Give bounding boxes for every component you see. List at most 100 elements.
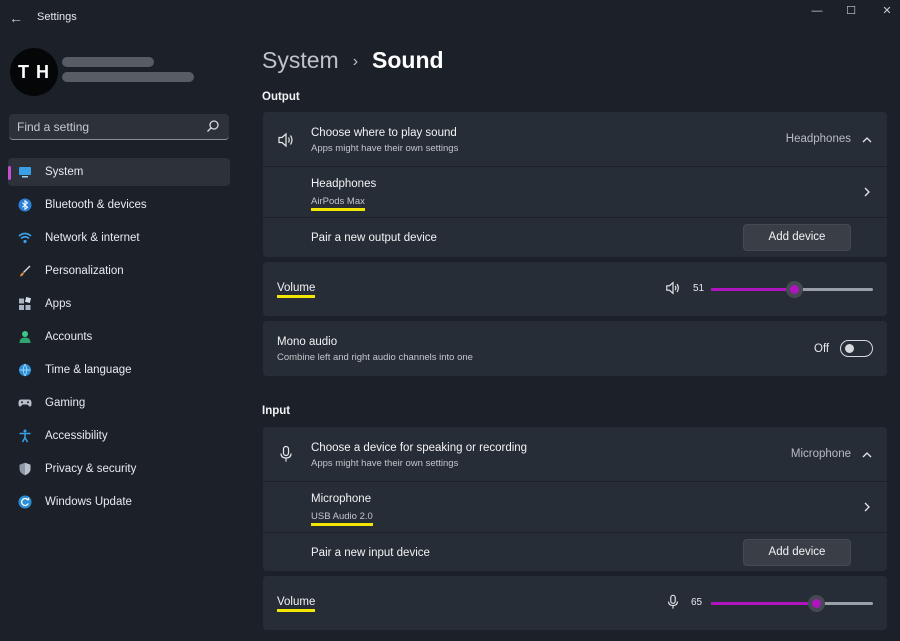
sidebar-item-label: Network & internet	[45, 232, 140, 244]
chevron-right-icon	[864, 187, 870, 197]
output-volume-value: 51	[693, 283, 705, 294]
personalization-icon	[20, 265, 31, 277]
sidebar-item-label: System	[45, 166, 84, 178]
maximize-button[interactable]: ☐	[834, 0, 868, 22]
output-choose-subtitle: Apps might have their own settings	[311, 143, 459, 154]
output-volume-thumb[interactable]	[785, 281, 803, 298]
output-pair-row: Pair a new output device Add device	[263, 217, 887, 257]
sidebar-item-bluetooth[interactable]: Bluetooth & devices	[8, 191, 230, 219]
user-name-redacted	[62, 57, 154, 67]
apps-icon	[19, 297, 32, 310]
toggle-knob	[845, 344, 854, 353]
output-pair-label: Pair a new output device	[311, 232, 437, 244]
sidebar-item-label: Accessibility	[45, 430, 108, 442]
output-device-card: Choose where to play sound Apps might ha…	[263, 112, 887, 257]
input-volume-label: Volume	[277, 596, 316, 612]
speaker-icon	[278, 132, 293, 148]
input-volume-value: 65	[691, 597, 703, 608]
sidebar-item-time-language[interactable]: Time & language	[8, 356, 230, 384]
input-device-detail: USB Audio 2.0	[311, 511, 373, 526]
sidebar-item-label: Time & language	[45, 364, 132, 376]
windows-update-icon	[18, 495, 32, 509]
input-heading: Input	[262, 405, 291, 417]
mono-audio-title: Mono audio	[277, 336, 338, 348]
output-volume-slider[interactable]	[711, 281, 873, 298]
system-icon	[19, 167, 31, 178]
sidebar-item-label: Windows Update	[45, 496, 132, 508]
page-title: Sound	[372, 47, 444, 73]
sidebar-item-system[interactable]: System	[8, 158, 230, 186]
input-volume-card: Volume 65	[263, 576, 887, 630]
sidebar-item-network[interactable]: Network & internet	[8, 224, 230, 252]
output-volume-label: Volume	[277, 282, 316, 298]
minimize-button[interactable]: —	[800, 0, 834, 22]
input-device-name: Microphone	[311, 493, 372, 505]
gaming-icon	[18, 399, 32, 407]
input-choose-title: Choose a device for speaking or recordin…	[311, 442, 528, 454]
chevron-up-icon[interactable]	[861, 134, 873, 146]
add-input-device-button[interactable]: Add device	[743, 539, 851, 566]
sidebar-item-label: Apps	[45, 298, 72, 310]
output-selected-device: Headphones	[785, 133, 851, 145]
chevron-right-icon	[864, 502, 870, 512]
input-volume-thumb[interactable]	[808, 595, 826, 612]
search-icon[interactable]	[206, 119, 220, 133]
microphone-icon	[280, 445, 292, 462]
mono-audio-state: Off	[814, 343, 830, 355]
bluetooth-icon	[18, 198, 32, 212]
input-device-row[interactable]: Microphone USB Audio 2.0	[263, 481, 887, 532]
sidebar-item-gaming[interactable]: Gaming	[8, 389, 230, 417]
output-choose-title: Choose where to play sound	[311, 127, 457, 139]
sidebar-item-label: Bluetooth & devices	[45, 199, 147, 211]
input-choose-row[interactable]: Choose a device for speaking or recordin…	[263, 427, 887, 481]
privacy-icon	[19, 462, 31, 476]
output-volume-fill	[711, 288, 794, 291]
output-device-name: Headphones	[311, 178, 377, 190]
sidebar-item-label: Personalization	[45, 265, 124, 277]
input-volume-slider[interactable]	[711, 595, 873, 612]
sidebar-item-label: Accounts	[45, 331, 93, 343]
input-volume-fill	[711, 602, 817, 605]
input-selected-device: Microphone	[790, 448, 851, 460]
breadcrumb-parent[interactable]: System	[262, 47, 339, 73]
avatar[interactable]: T H	[10, 48, 58, 96]
mono-audio-subtitle: Combine left and right audio channels in…	[277, 352, 473, 363]
breadcrumb: System › Sound	[262, 44, 444, 76]
sidebar-item-label: Gaming	[45, 397, 86, 409]
back-button[interactable]: ←	[8, 8, 24, 28]
title-bar: ← Settings — ☐ ✕	[0, 0, 900, 36]
time-language-icon	[19, 363, 31, 377]
sidebar-item-accessibility[interactable]: Accessibility	[8, 422, 230, 450]
output-device-row[interactable]: Headphones AirPods Max	[263, 166, 887, 217]
network-icon	[18, 232, 32, 244]
input-pair-label: Pair a new input device	[311, 547, 430, 559]
sidebar-item-privacy[interactable]: Privacy & security	[8, 455, 230, 483]
close-button[interactable]: ✕	[870, 0, 900, 22]
sidebar-item-apps[interactable]: Apps	[8, 290, 230, 318]
sidebar-item-label: Privacy & security	[45, 463, 137, 475]
user-email-redacted	[62, 72, 194, 82]
microphone-icon[interactable]	[665, 594, 681, 610]
add-output-device-button[interactable]: Add device	[743, 224, 851, 251]
input-choose-subtitle: Apps might have their own settings	[311, 458, 459, 469]
speaker-icon[interactable]	[665, 280, 681, 296]
chevron-up-icon[interactable]	[861, 449, 873, 461]
output-volume-card: Volume 51	[263, 262, 887, 316]
mono-audio-card: Mono audio Combine left and right audio …	[263, 321, 887, 376]
output-choose-row[interactable]: Choose where to play sound Apps might ha…	[263, 112, 887, 166]
search-box	[9, 114, 229, 140]
search-input[interactable]	[17, 119, 197, 135]
sidebar-nav: System Bluetooth & devices Network & int…	[8, 158, 230, 521]
app-title: Settings	[37, 11, 77, 23]
accessibility-icon	[19, 429, 31, 443]
sidebar-item-windows-update[interactable]: Windows Update	[8, 488, 230, 516]
output-heading: Output	[262, 91, 300, 103]
accounts-icon	[19, 331, 31, 343]
input-device-card: Choose a device for speaking or recordin…	[263, 427, 887, 571]
chevron-right-icon: ›	[352, 53, 359, 70]
output-device-detail: AirPods Max	[311, 196, 365, 211]
mono-audio-toggle[interactable]	[840, 340, 873, 357]
sidebar-item-personalization[interactable]: Personalization	[8, 257, 230, 285]
sidebar-item-accounts[interactable]: Accounts	[8, 323, 230, 351]
input-pair-row: Pair a new input device Add device	[263, 532, 887, 571]
